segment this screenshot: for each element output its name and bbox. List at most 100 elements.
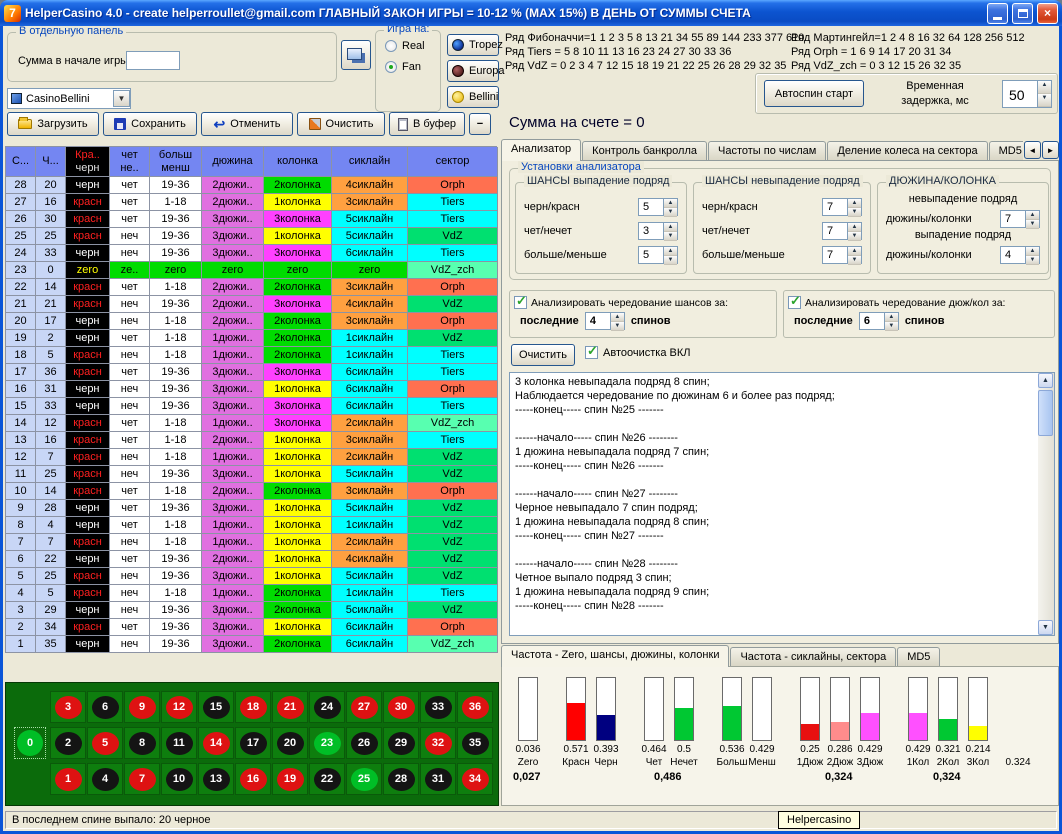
delay-spinner-arrows[interactable]: ▲ ▼ xyxy=(1037,81,1051,107)
spinner-up-icon[interactable]: ▲ xyxy=(664,223,677,232)
spinner-down-icon[interactable]: ▼ xyxy=(1038,94,1051,107)
bellini-button[interactable]: Bellini xyxy=(447,86,499,108)
spinner-up-icon[interactable]: ▲ xyxy=(1026,247,1039,256)
board-cell-25[interactable]: 25 xyxy=(346,763,382,795)
board-cell-34[interactable]: 34 xyxy=(457,763,493,795)
board-cell-5[interactable]: 5 xyxy=(87,727,123,759)
spinner-down-icon[interactable]: ▼ xyxy=(848,208,861,217)
tab-1[interactable]: Частота - Zero, шансы, дюжины, колонки xyxy=(501,645,729,667)
radio-real[interactable] xyxy=(385,40,397,52)
board-cell-27[interactable]: 27 xyxy=(346,691,382,723)
detach-panel-button[interactable] xyxy=(341,40,371,70)
board-cell-16[interactable]: 16 xyxy=(235,763,271,795)
log-scrollbar[interactable]: ▲ ▼ xyxy=(1038,373,1054,635)
spinner[interactable]: 6▲▼ xyxy=(859,312,899,330)
board-cell-32[interactable]: 32 xyxy=(420,727,456,759)
clear-log-button[interactable]: Очистить xyxy=(511,344,575,366)
spinner-down-icon[interactable]: ▼ xyxy=(1026,220,1039,229)
spinner[interactable]: 4▲▼ xyxy=(585,312,625,330)
load-button[interactable]: Загрузить xyxy=(7,112,99,136)
board-cell-14[interactable]: 14 xyxy=(198,727,234,759)
start-sum-input[interactable] xyxy=(126,51,180,70)
board-cell-10[interactable]: 10 xyxy=(161,763,197,795)
spinner-arrows[interactable]: ▲▼ xyxy=(847,199,861,215)
board-cell-8[interactable]: 8 xyxy=(124,727,160,759)
board-cell-21[interactable]: 21 xyxy=(272,691,308,723)
spinner[interactable]: 7▲▼ xyxy=(1000,210,1040,228)
minimize-button[interactable] xyxy=(987,3,1008,24)
collapse-button[interactable]: − xyxy=(469,113,491,135)
save-button[interactable]: Сохранить xyxy=(103,112,197,136)
board-cell-23[interactable]: 23 xyxy=(309,727,345,759)
board-cell-22[interactable]: 22 xyxy=(309,763,345,795)
dropdown-arrow-icon[interactable]: ▼ xyxy=(113,90,130,107)
tab-scroll-right[interactable]: ► xyxy=(1042,141,1059,159)
board-cell-3[interactable]: 3 xyxy=(50,691,86,723)
spinner[interactable]: 5▲▼ xyxy=(638,198,678,216)
spinner-arrows[interactable]: ▲▼ xyxy=(884,313,898,329)
board-cell-9[interactable]: 9 xyxy=(124,691,160,723)
copy-buffer-button[interactable]: В буфер xyxy=(389,112,465,136)
spinner-arrows[interactable]: ▲▼ xyxy=(847,223,861,239)
spinner[interactable]: 7▲▼ xyxy=(822,198,862,216)
board-cell-28[interactable]: 28 xyxy=(383,763,419,795)
board-cell-7[interactable]: 7 xyxy=(124,763,160,795)
spinner-down-icon[interactable]: ▼ xyxy=(664,232,677,241)
board-cell-13[interactable]: 13 xyxy=(198,763,234,795)
board-cell-2[interactable]: 2 xyxy=(50,727,86,759)
scroll-up-button[interactable]: ▲ xyxy=(1038,373,1053,388)
spinner-arrows[interactable]: ▲▼ xyxy=(847,247,861,263)
spinner-up-icon[interactable]: ▲ xyxy=(848,199,861,208)
maximize-button[interactable] xyxy=(1012,3,1033,24)
tropez-button[interactable]: Tropez xyxy=(447,34,499,56)
board-cell-4[interactable]: 4 xyxy=(87,763,123,795)
board-cell-6[interactable]: 6 xyxy=(87,691,123,723)
spinner-up-icon[interactable]: ▲ xyxy=(848,247,861,256)
spinner[interactable]: 4▲▼ xyxy=(1000,246,1040,264)
spinner-up-icon[interactable]: ▲ xyxy=(1038,81,1051,94)
tab-3[interactable]: MD5 xyxy=(897,647,940,667)
board-cell-11[interactable]: 11 xyxy=(161,727,197,759)
spinner[interactable]: 3▲▼ xyxy=(638,222,678,240)
spinner[interactable]: 5▲▼ xyxy=(638,246,678,264)
spinner-arrows[interactable]: ▲▼ xyxy=(1025,247,1039,263)
spinner-arrows[interactable]: ▲▼ xyxy=(663,247,677,263)
spinner-arrows[interactable]: ▲▼ xyxy=(663,223,677,239)
autoclean-checkbox[interactable] xyxy=(585,346,598,359)
undo-button[interactable]: ↩ Отменить xyxy=(201,112,293,136)
board-cell-15[interactable]: 15 xyxy=(198,691,234,723)
board-cell-29[interactable]: 29 xyxy=(383,727,419,759)
scroll-down-button[interactable]: ▼ xyxy=(1038,620,1053,635)
spinner-down-icon[interactable]: ▼ xyxy=(664,256,677,265)
board-cell-33[interactable]: 33 xyxy=(420,691,456,723)
spinner-up-icon[interactable]: ▲ xyxy=(1026,211,1039,220)
spinner-down-icon[interactable]: ▼ xyxy=(664,208,677,217)
board-cell-35[interactable]: 35 xyxy=(457,727,493,759)
radio-fan[interactable] xyxy=(385,61,397,73)
spinner-down-icon[interactable]: ▼ xyxy=(885,322,898,331)
spinner-up-icon[interactable]: ▲ xyxy=(664,247,677,256)
spinner-down-icon[interactable]: ▼ xyxy=(1026,256,1039,265)
scroll-thumb[interactable] xyxy=(1038,390,1053,436)
tab-2[interactable]: Контроль банкролла xyxy=(582,141,707,161)
delay-input[interactable]: 50 ▲ ▼ xyxy=(1002,80,1052,108)
chances-alternation-checkbox[interactable] xyxy=(514,296,527,309)
board-cell-1[interactable]: 1 xyxy=(50,763,86,795)
spinner-down-icon[interactable]: ▼ xyxy=(611,322,624,331)
spinner[interactable]: 7▲▼ xyxy=(822,246,862,264)
autospin-start-button[interactable]: Автоспин старт xyxy=(764,80,864,107)
analyzer-log[interactable]: 3 колонка невыпадала подряд 8 спин; Набл… xyxy=(509,372,1055,636)
board-cell-18[interactable]: 18 xyxy=(235,691,271,723)
board-cell-26[interactable]: 26 xyxy=(346,727,382,759)
tab-2[interactable]: Частота - сиклайны, сектора xyxy=(730,647,896,667)
board-cell-24[interactable]: 24 xyxy=(309,691,345,723)
tab-5[interactable]: MD5 xyxy=(989,141,1023,161)
spinner-arrows[interactable]: ▲▼ xyxy=(663,199,677,215)
spinner-up-icon[interactable]: ▲ xyxy=(848,223,861,232)
spinner-up-icon[interactable]: ▲ xyxy=(664,199,677,208)
board-cell-31[interactable]: 31 xyxy=(420,763,456,795)
spinner-arrows[interactable]: ▲▼ xyxy=(610,313,624,329)
spinner-down-icon[interactable]: ▼ xyxy=(848,256,861,265)
clear-table-button[interactable]: Очистить xyxy=(297,112,385,136)
board-cell-30[interactable]: 30 xyxy=(383,691,419,723)
